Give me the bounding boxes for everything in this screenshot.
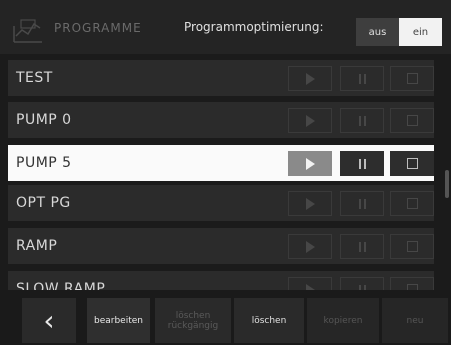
stop-button[interactable] — [390, 191, 434, 216]
edit-button[interactable]: bearbeiten — [87, 298, 150, 343]
toggle-off-button[interactable]: aus — [356, 18, 399, 46]
program-name: PUMP 0 — [16, 112, 72, 128]
back-button[interactable]: ‹ — [22, 298, 76, 343]
delete-button[interactable]: löschen — [234, 298, 304, 343]
stop-button[interactable] — [390, 151, 434, 176]
chevron-left-icon: ‹ — [43, 303, 55, 337]
list-scrollbar[interactable] — [445, 170, 449, 198]
header-bar: PROGRAMME Programmoptimierung: aus ein — [0, 0, 451, 54]
pause-button[interactable] — [340, 191, 384, 216]
play-button[interactable] — [288, 151, 332, 176]
stop-button[interactable] — [390, 234, 434, 259]
play-button[interactable] — [288, 66, 332, 91]
stop-icon — [406, 115, 418, 126]
optimization-toggle[interactable]: aus ein — [356, 18, 442, 46]
pause-button[interactable] — [340, 66, 384, 91]
program-name: PUMP 5 — [16, 155, 72, 171]
pause-icon — [358, 198, 366, 209]
copy-button[interactable]: kopieren — [307, 298, 379, 343]
pause-icon — [358, 73, 366, 84]
programs-logo-icon — [13, 19, 42, 43]
program-name: OPT PG — [16, 195, 71, 211]
optimization-label: Programmoptimierung: — [184, 20, 324, 34]
play-icon — [305, 240, 315, 253]
play-button[interactable] — [288, 191, 332, 216]
play-icon — [305, 114, 315, 127]
program-row[interactable]: OPT PG — [8, 185, 434, 221]
play-button[interactable] — [288, 108, 332, 133]
play-icon — [305, 72, 315, 85]
play-button[interactable] — [288, 234, 332, 259]
pause-button[interactable] — [340, 151, 384, 176]
pause-icon — [358, 158, 366, 169]
stop-icon — [406, 241, 418, 252]
program-row[interactable]: SLOW RAMP — [8, 271, 434, 302]
stop-icon — [406, 73, 418, 84]
program-row[interactable]: PUMP 0 — [8, 102, 434, 138]
play-icon — [305, 157, 315, 170]
pause-button[interactable] — [340, 234, 384, 259]
program-row[interactable]: TEST — [8, 60, 434, 96]
footer-toolbar: ‹ bearbeiten löschen rückgängig löschen … — [0, 290, 451, 345]
pause-button[interactable] — [340, 108, 384, 133]
program-row[interactable]: PUMP 5 — [8, 145, 434, 181]
program-name: RAMP — [16, 238, 58, 254]
stop-icon — [406, 198, 418, 209]
undo-delete-button[interactable]: löschen rückgängig — [155, 298, 231, 343]
pause-icon — [358, 241, 366, 252]
play-icon — [305, 197, 315, 210]
program-row[interactable]: RAMP — [8, 228, 434, 264]
program-name: TEST — [16, 70, 53, 86]
pause-icon — [358, 115, 366, 126]
toggle-on-button[interactable]: ein — [399, 18, 442, 46]
stop-button[interactable] — [390, 66, 434, 91]
new-button[interactable]: neu — [382, 298, 448, 343]
stop-button[interactable] — [390, 108, 434, 133]
page-title: PROGRAMME — [54, 21, 142, 35]
stop-icon — [406, 158, 418, 169]
